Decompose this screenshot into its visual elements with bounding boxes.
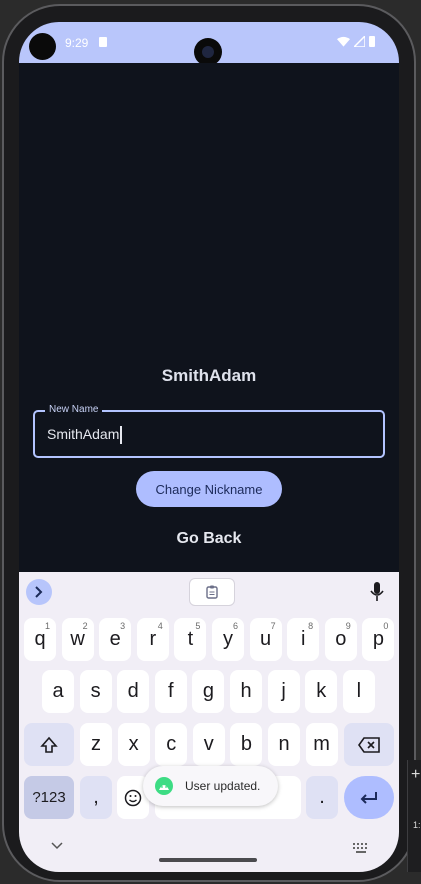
key-label: e xyxy=(109,628,121,650)
current-nickname: SmithAdam xyxy=(161,366,257,385)
toast-message: User updated. xyxy=(143,766,278,806)
chevron-right-icon xyxy=(35,586,43,598)
key-i[interactable]: i8 xyxy=(287,618,320,661)
device-screen: 9:29 SmithAdam New Name SmithAdam Change… xyxy=(19,22,399,872)
key-number-hint: 7 xyxy=(270,621,276,631)
key-m[interactable]: m xyxy=(305,723,338,766)
wifi-icon xyxy=(337,36,350,47)
chevron-down-icon[interactable] xyxy=(51,842,63,850)
key-l[interactable]: l xyxy=(342,670,375,713)
shift-icon xyxy=(40,736,58,753)
key-s[interactable]: s xyxy=(79,670,112,713)
soft-keyboard: q1w2e3r4t5y6u7i8o9p0 asdfghjkl zxcvbnm ?… xyxy=(19,572,399,872)
key-label: t xyxy=(187,628,194,650)
key-w[interactable]: w2 xyxy=(61,618,94,661)
key-r[interactable]: r4 xyxy=(136,618,169,661)
period-key[interactable]: . xyxy=(306,776,338,819)
key-q[interactable]: q1 xyxy=(24,618,56,661)
keyboard-expand-button[interactable] xyxy=(26,579,52,605)
clipboard-icon xyxy=(206,585,218,599)
toast-text: User updated. xyxy=(185,779,261,793)
key-label: y xyxy=(223,628,233,650)
key-label: q xyxy=(34,628,46,650)
key-z[interactable]: z xyxy=(80,723,112,766)
new-name-input[interactable]: SmithAdam xyxy=(47,426,123,445)
key-k[interactable]: k xyxy=(305,670,338,713)
key-number-hint: 5 xyxy=(195,621,201,631)
key-label: p xyxy=(372,628,384,650)
key-b[interactable]: b xyxy=(230,723,263,766)
key-label: i xyxy=(300,628,306,650)
backspace-key[interactable] xyxy=(344,723,394,766)
comma-key[interactable]: , xyxy=(80,776,112,819)
key-label: w xyxy=(70,628,85,650)
sd-card-icon xyxy=(99,37,107,47)
key-number-hint: 6 xyxy=(232,621,238,631)
android-icon xyxy=(155,777,173,795)
key-label: o xyxy=(335,628,347,650)
new-name-label: New Name xyxy=(45,404,103,415)
plus-icon[interactable]: + xyxy=(411,766,420,784)
symbols-key[interactable]: ?123 xyxy=(24,776,74,819)
new-name-field[interactable]: New Name SmithAdam xyxy=(33,404,385,458)
key-e[interactable]: e3 xyxy=(99,618,132,661)
status-icons xyxy=(337,36,375,47)
key-number-hint: 8 xyxy=(308,621,314,631)
key-p[interactable]: p0 xyxy=(362,618,395,661)
text-caret xyxy=(120,426,123,445)
key-v[interactable]: v xyxy=(192,723,225,766)
enter-icon xyxy=(360,791,377,804)
key-t[interactable]: t5 xyxy=(174,618,207,661)
keyboard-switch-icon[interactable] xyxy=(353,843,369,853)
status-bar: 9:29 xyxy=(19,22,399,66)
battery-icon xyxy=(369,36,375,47)
front-camera xyxy=(194,38,222,66)
home-indicator[interactable] xyxy=(159,858,257,862)
key-c[interactable]: c xyxy=(155,723,188,766)
enter-key[interactable] xyxy=(344,776,394,819)
new-name-value: SmithAdam xyxy=(47,426,120,442)
key-d[interactable]: d xyxy=(117,670,150,713)
signal-icon xyxy=(354,36,365,47)
key-u[interactable]: u7 xyxy=(249,618,282,661)
key-number-hint: 4 xyxy=(157,621,163,631)
key-number-hint: 1 xyxy=(44,621,50,631)
key-y[interactable]: y6 xyxy=(212,618,244,661)
key-n[interactable]: n xyxy=(268,723,300,766)
key-number-hint: 9 xyxy=(345,621,351,631)
change-nickname-button[interactable]: Change Nickname xyxy=(136,471,282,507)
key-number-hint: 0 xyxy=(383,621,389,631)
key-x[interactable]: x xyxy=(117,723,150,766)
key-number-hint: 2 xyxy=(82,621,88,631)
key-o[interactable]: o9 xyxy=(324,618,357,661)
key-j[interactable]: j xyxy=(267,670,300,713)
side-panel-text: 1: xyxy=(413,820,421,830)
backspace-icon xyxy=(358,736,380,753)
status-time: 9:29 xyxy=(65,36,89,50)
key-label: r xyxy=(149,628,157,650)
key-label: u xyxy=(260,628,272,650)
emulator-side-panel: + 1: xyxy=(407,760,421,872)
camera-dot xyxy=(29,33,56,60)
go-back-button[interactable]: Go Back xyxy=(19,530,399,548)
mic-icon[interactable] xyxy=(370,582,384,602)
key-f[interactable]: f xyxy=(154,670,187,713)
key-h[interactable]: h xyxy=(230,670,262,713)
key-g[interactable]: g xyxy=(192,670,225,713)
app-content: SmithAdam New Name SmithAdam Change Nick… xyxy=(19,63,399,572)
shift-key[interactable] xyxy=(24,723,74,766)
key-number-hint: 3 xyxy=(120,621,126,631)
clipboard-button[interactable] xyxy=(189,578,235,606)
emoji-icon xyxy=(124,789,142,806)
key-a[interactable]: a xyxy=(42,670,74,713)
